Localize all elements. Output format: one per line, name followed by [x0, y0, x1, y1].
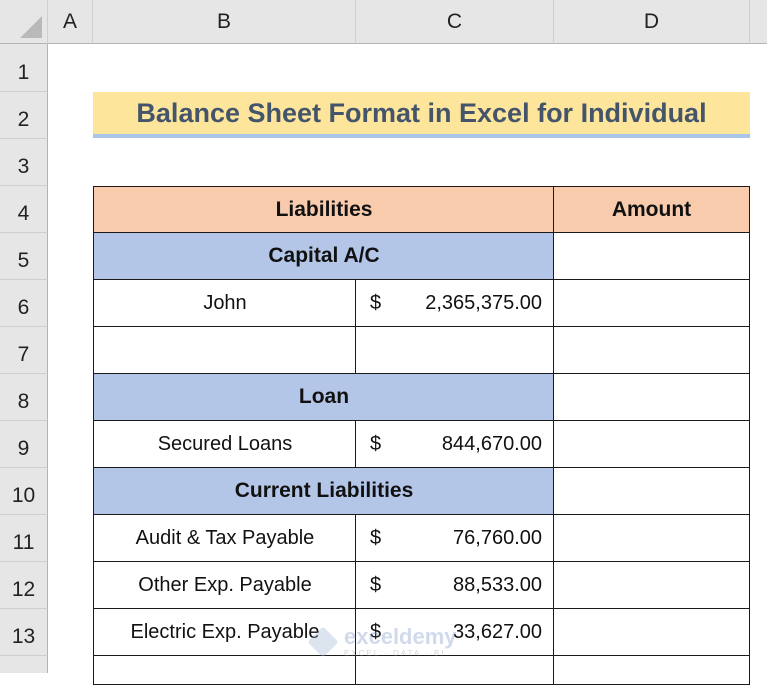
row-label: 10 — [11, 484, 36, 507]
item-label-text: Electric Exp. Payable — [130, 620, 320, 643]
row-header-14-partial[interactable] — [0, 656, 48, 673]
title-text: Balance Sheet Format in Excel for Indivi… — [136, 97, 707, 128]
section-current-liabilities[interactable]: Current Liabilities — [93, 467, 555, 515]
select-all-triangle-icon — [20, 16, 42, 38]
amount-cell-6[interactable] — [553, 279, 750, 327]
sheet-title[interactable]: Balance Sheet Format in Excel for Indivi… — [93, 92, 750, 138]
row-header-11[interactable]: 11 — [0, 515, 48, 562]
row-label: 13 — [11, 625, 36, 648]
section-loan-text: Loan — [298, 385, 350, 408]
row-label: 6 — [17, 296, 30, 319]
item-value-blank[interactable] — [355, 326, 555, 374]
column-label: A — [62, 9, 77, 33]
column-header-c[interactable]: C — [356, 0, 554, 44]
header-liabilities-text: Liabilities — [275, 198, 373, 221]
section-capital-text: Capital A/C — [268, 244, 380, 267]
item-value-electric-exp[interactable]: $33,627.00 — [355, 608, 555, 656]
section-current-text: Current Liabilities — [234, 479, 414, 502]
item-label-blank[interactable] — [93, 326, 357, 374]
currency-symbol: $ — [370, 620, 382, 643]
row-header-3[interactable]: 3 — [0, 139, 48, 186]
row-label: 5 — [17, 249, 30, 272]
item-value-row14[interactable] — [355, 655, 555, 685]
row-label: 12 — [11, 578, 36, 601]
item-label-text: Secured Loans — [157, 432, 293, 455]
amount-cell-5[interactable] — [553, 232, 750, 280]
row-header-1[interactable]: 1 — [0, 44, 48, 92]
header-amount-text: Amount — [611, 198, 692, 221]
select-all-corner[interactable] — [0, 0, 48, 44]
column-header-e-partial[interactable] — [750, 0, 767, 44]
item-value-text: 33,627.00 — [453, 620, 542, 643]
item-value-john[interactable]: $2,365,375.00 — [355, 279, 555, 327]
row-label: 11 — [12, 531, 35, 554]
row-header-2[interactable]: 2 — [0, 92, 48, 139]
header-liabilities[interactable]: Liabilities — [93, 186, 555, 234]
row-header-6[interactable]: 6 — [0, 280, 48, 327]
header-amount[interactable]: Amount — [553, 186, 750, 234]
currency-symbol: $ — [370, 526, 382, 549]
column-header-a[interactable]: A — [48, 0, 93, 44]
item-value-text: 844,670.00 — [441, 432, 542, 455]
row-header-13[interactable]: 13 — [0, 609, 48, 656]
item-label-other-exp[interactable]: Other Exp. Payable — [93, 561, 357, 609]
section-capital[interactable]: Capital A/C — [93, 232, 555, 280]
row-label: 3 — [17, 155, 30, 178]
row-label: 7 — [17, 343, 30, 366]
amount-cell-14[interactable] — [553, 655, 750, 685]
column-label: C — [446, 9, 463, 33]
item-value-secured-loans[interactable]: $844,670.00 — [355, 420, 555, 468]
currency-symbol: $ — [370, 432, 382, 455]
row-label: 4 — [17, 202, 30, 225]
row-header-5[interactable]: 5 — [0, 233, 48, 280]
row-header-12[interactable]: 12 — [0, 562, 48, 609]
item-label-row14[interactable] — [93, 655, 357, 685]
row-header-4[interactable]: 4 — [0, 186, 48, 233]
row-label: 2 — [17, 108, 30, 131]
currency-symbol: $ — [370, 573, 382, 596]
row-header-7[interactable]: 7 — [0, 327, 48, 374]
row-label: 9 — [17, 437, 30, 460]
row-label: 1 — [17, 61, 30, 84]
item-value-audit-tax[interactable]: $76,760.00 — [355, 514, 555, 562]
column-label: D — [643, 9, 660, 33]
item-label-electric-exp[interactable]: Electric Exp. Payable — [93, 608, 357, 656]
row-header-10[interactable]: 10 — [0, 468, 48, 515]
currency-symbol: $ — [370, 291, 382, 314]
item-value-text: 2,365,375.00 — [425, 291, 542, 314]
item-value-text: 76,760.00 — [453, 526, 542, 549]
item-label-secured-loans[interactable]: Secured Loans — [93, 420, 357, 468]
item-label-text: Other Exp. Payable — [138, 573, 312, 596]
item-value-other-exp[interactable]: $88,533.00 — [355, 561, 555, 609]
amount-cell-8[interactable] — [553, 373, 750, 421]
item-value-text: 88,533.00 — [453, 573, 542, 596]
amount-cell-7[interactable] — [553, 326, 750, 374]
column-label: B — [216, 9, 231, 33]
item-label-john[interactable]: John — [93, 279, 357, 327]
amount-cell-9[interactable] — [553, 420, 750, 468]
row-header-9[interactable]: 9 — [0, 421, 48, 468]
amount-cell-12[interactable] — [553, 561, 750, 609]
row-label: 8 — [17, 390, 30, 413]
amount-cell-10[interactable] — [553, 467, 750, 515]
item-label-audit-tax[interactable]: Audit & Tax Payable — [93, 514, 357, 562]
item-label-text: John — [203, 291, 247, 314]
section-loan[interactable]: Loan — [93, 373, 555, 421]
row-header-8[interactable]: 8 — [0, 374, 48, 421]
item-label-text: Audit & Tax Payable — [135, 526, 315, 549]
amount-cell-13[interactable] — [553, 608, 750, 656]
column-header-d[interactable]: D — [554, 0, 750, 44]
amount-cell-11[interactable] — [553, 514, 750, 562]
column-header-b[interactable]: B — [93, 0, 356, 44]
